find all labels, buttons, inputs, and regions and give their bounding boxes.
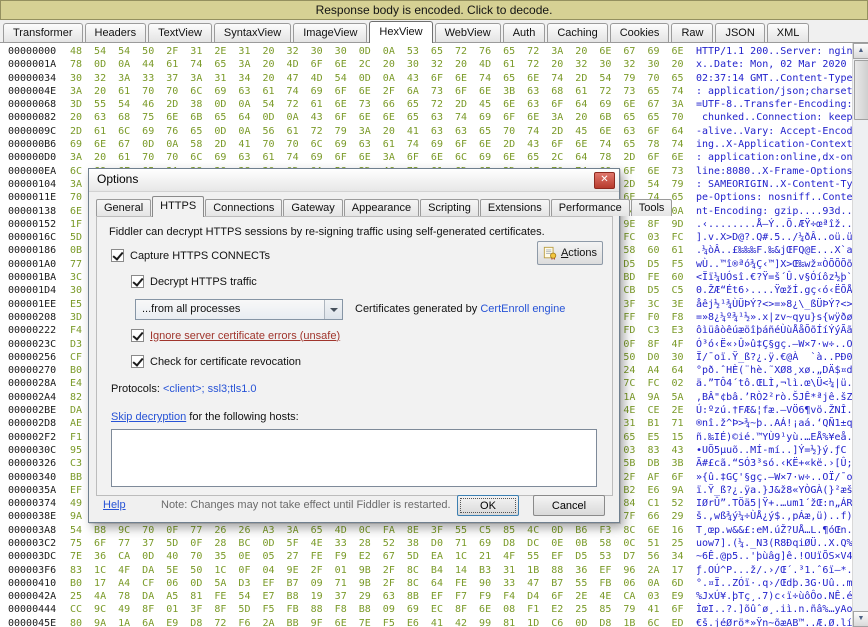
certenroll-engine-text: CertEnroll engine bbox=[480, 303, 566, 315]
protocols-value[interactable]: <client>; ssl3;tls1.0 bbox=[163, 383, 257, 395]
skip-decryption-rest: for the following hosts: bbox=[186, 411, 299, 423]
capture-https-label: Capture HTTPS CONNECTs bbox=[130, 249, 270, 262]
dropdown-arrow-icon bbox=[324, 300, 342, 319]
options-tab-general[interactable]: General bbox=[96, 199, 152, 216]
inspector-tab-cookies[interactable]: Cookies bbox=[609, 23, 670, 42]
skip-hosts-textarea[interactable] bbox=[111, 429, 597, 487]
close-button[interactable]: ✕ bbox=[594, 172, 615, 189]
certificates-note: Certificates generated by CertEnroll eng… bbox=[355, 303, 565, 315]
ok-button[interactable]: OK bbox=[457, 495, 519, 516]
decrypt-https-checkbox[interactable] bbox=[131, 275, 144, 288]
check-revocation-checkbox[interactable] bbox=[131, 355, 144, 368]
capture-https-row[interactable]: Capture HTTPS CONNECTs bbox=[111, 249, 270, 262]
https-intro-text: Fiddler can decrypt HTTPS sessions by re… bbox=[109, 226, 545, 238]
options-tab-connections[interactable]: Connections bbox=[205, 199, 283, 216]
process-filter-dropdown[interactable]: ...from all processes bbox=[135, 299, 343, 320]
skip-decryption-link[interactable]: Skip decryption bbox=[111, 411, 186, 423]
dialog-footer: Help Note: Changes may not take effect u… bbox=[99, 495, 609, 517]
scroll-down-button[interactable]: ▼ bbox=[853, 611, 868, 627]
decrypt-https-row[interactable]: Decrypt HTTPS traffic bbox=[131, 275, 257, 288]
options-tab-scripting[interactable]: Scripting bbox=[420, 199, 479, 216]
process-filter-value: ...from all processes bbox=[142, 303, 241, 315]
hex-offset-column: 00000000 0000001A 00000034 0000004E 0000… bbox=[8, 46, 57, 627]
ignore-cert-errors-label: Ignore server certificate errors (unsafe… bbox=[150, 329, 341, 342]
hex-ascii-column[interactable]: HTTP/1.1 200..Server: ngin x..Date: Mon,… bbox=[696, 45, 852, 627]
vertical-scrollbar[interactable]: ▲ ▼ bbox=[852, 43, 868, 627]
scroll-down-icon: ▼ bbox=[857, 615, 865, 622]
restart-note: Note: Changes may not take effect until … bbox=[161, 499, 451, 511]
dialog-title: Options bbox=[97, 172, 139, 186]
options-tab-extensions[interactable]: Extensions bbox=[479, 199, 550, 216]
certificates-note-prefix: Certificates generated by bbox=[355, 303, 481, 315]
options-dialog: Options ✕ General HTTPS Connections Gateway… bbox=[88, 168, 673, 523]
inspector-tab-syntaxview[interactable]: SyntaxView bbox=[213, 23, 292, 42]
skip-decryption-row: Skip decryption for the following hosts: bbox=[111, 411, 299, 423]
ignore-cert-errors-row[interactable]: Ignore server certificate errors (unsafe… bbox=[131, 329, 340, 342]
scrollbar-thumb[interactable] bbox=[854, 60, 868, 120]
inspector-tab-caching[interactable]: Caching bbox=[547, 23, 608, 42]
options-tab-https[interactable]: HTTPS bbox=[152, 196, 205, 217]
inspector-tab-textview[interactable]: TextView bbox=[148, 23, 212, 42]
decode-banner-text: Response body is encoded. Click to decod… bbox=[315, 3, 553, 17]
options-tab-gateway[interactable]: Gateway bbox=[283, 199, 343, 216]
inspector-tab-webview[interactable]: WebView bbox=[434, 23, 501, 42]
options-tab-performance[interactable]: Performance bbox=[550, 199, 630, 216]
options-tabstrip: General HTTPS Connections Gateway Appearance… bbox=[96, 196, 673, 217]
inspector-tab-auth[interactable]: Auth bbox=[502, 23, 546, 42]
check-revocation-label: Check for certificate revocation bbox=[150, 355, 302, 368]
https-tab-page: Fiddler can decrypt HTTPS sessions by re… bbox=[96, 216, 613, 496]
actions-button[interactable]: Actions bbox=[537, 241, 603, 265]
decode-banner[interactable]: Response body is encoded. Click to decod… bbox=[0, 0, 868, 20]
protocols-row: Protocols: <client>; ssl3;tls1.0 bbox=[111, 383, 257, 395]
inspector-tab-json[interactable]: JSON bbox=[715, 23, 765, 42]
options-tab-tools[interactable]: Tools bbox=[630, 199, 673, 216]
inspector-tab-transformer[interactable]: Transformer bbox=[3, 23, 83, 42]
check-revocation-row[interactable]: Check for certificate revocation bbox=[131, 355, 301, 368]
close-icon: ✕ bbox=[600, 174, 609, 185]
inspector-tab-imageview[interactable]: ImageView bbox=[293, 23, 368, 42]
inspector-tabstrip: Transformer Headers TextView SyntaxView Imag… bbox=[0, 20, 868, 43]
ignore-cert-errors-checkbox[interactable] bbox=[131, 329, 144, 342]
inspector-tab-raw[interactable]: Raw bbox=[671, 23, 714, 42]
decrypt-https-label: Decrypt HTTPS traffic bbox=[150, 275, 257, 288]
cancel-button[interactable]: Cancel bbox=[533, 495, 605, 516]
scroll-up-button[interactable]: ▲ bbox=[853, 43, 868, 59]
scroll-up-icon: ▲ bbox=[857, 47, 865, 54]
options-tab-appearance[interactable]: Appearance bbox=[343, 199, 420, 216]
capture-https-checkbox[interactable] bbox=[111, 249, 124, 262]
inspector-tab-headers[interactable]: Headers bbox=[84, 23, 147, 42]
protocols-label: Protocols: bbox=[111, 383, 163, 395]
certificate-icon bbox=[543, 246, 557, 260]
inspector-tab-xml[interactable]: XML bbox=[766, 23, 810, 42]
help-link[interactable]: Help bbox=[103, 499, 126, 511]
inspector-tab-hexview[interactable]: HexView bbox=[369, 21, 433, 43]
dialog-titlebar[interactable]: Options ✕ bbox=[89, 169, 619, 192]
actions-button-label: Actions bbox=[560, 247, 598, 259]
